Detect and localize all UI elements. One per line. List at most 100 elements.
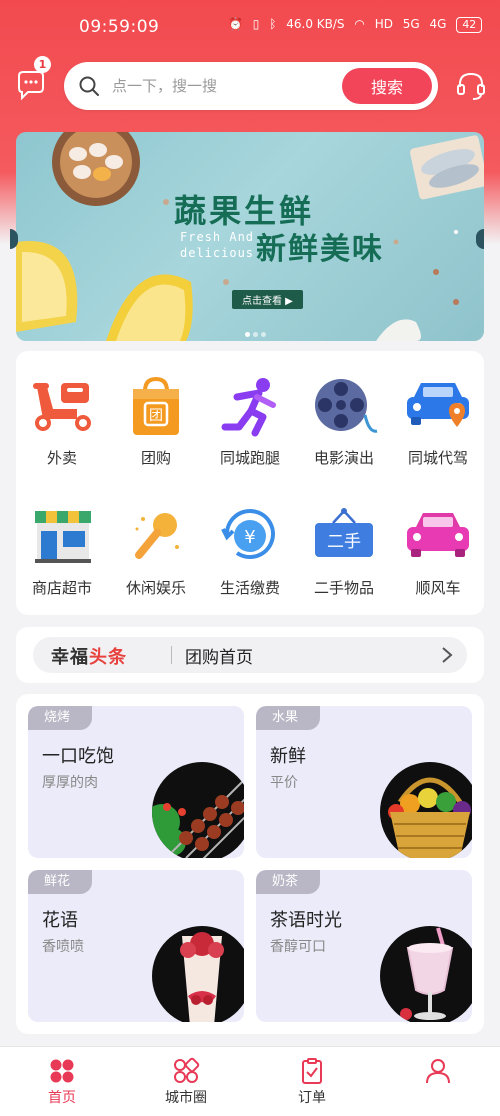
promo-subtitle: 平价: [270, 775, 298, 791]
grid-label: 外卖: [46, 449, 77, 467]
city-circle-icon: [174, 1057, 200, 1083]
headline-logo: 幸福头条: [51, 643, 127, 669]
net-speed: 46.0 KB/S: [286, 17, 345, 31]
grid-item-bill-pay[interactable]: ¥ 生活缴费: [208, 505, 292, 615]
skewers-illustration: [152, 781, 244, 858]
chat-bubble-icon: [18, 71, 44, 101]
message-badge: 1: [34, 56, 51, 73]
promo-subtitle: 厚厚的肉: [42, 775, 98, 791]
hd-badge: HD: [374, 17, 393, 31]
banner-next-arrow[interactable]: [476, 229, 484, 249]
bluetooth-icon: ᛒ: [269, 17, 277, 31]
status-icons: ⏰ ▯ ᛒ 46.0 KB/S ◠ HD 5G 4G 42: [228, 17, 488, 33]
promo-card-milk-tea[interactable]: 奶茶 茶语时光 香醇可口: [256, 870, 472, 1022]
promo-section: 烧烤 一口吃饱 厚厚的肉 水果 新鲜 平价 鲜花 花语 香喷喷 奶茶 茶语时光 …: [16, 694, 484, 1034]
grid-item-carpool[interactable]: 顺风车: [396, 505, 480, 615]
grid-label: 同城跑腿: [219, 449, 280, 467]
search-bar[interactable]: 搜索: [64, 62, 438, 110]
search-input[interactable]: [112, 74, 332, 98]
headline-divider: [171, 646, 172, 664]
search-icon: [79, 76, 99, 96]
promo-card-fruit[interactable]: 水果 新鲜 平价: [256, 706, 472, 858]
grid-item-group-buy[interactable]: 团 团购: [114, 375, 198, 485]
fruit-basket-image: [380, 762, 472, 858]
promo-card-flowers[interactable]: 鲜花 花语 香喷喷: [28, 870, 244, 1022]
vibrate-icon: ▯: [252, 17, 260, 31]
grid-item-entertainment[interactable]: 休闲娱乐: [114, 505, 198, 615]
status-time: 09:59:09: [79, 17, 160, 37]
alarm-icon: ⏰: [228, 17, 243, 31]
grid-item-driver[interactable]: 同城代驾: [396, 375, 480, 485]
grid-label: 二手物品: [313, 579, 374, 597]
promo-title: 茶语时光: [270, 910, 342, 931]
tab-home[interactable]: 首页: [22, 1057, 102, 1107]
banner-subtitle: 新鲜美味: [256, 232, 384, 267]
drink-glass-illustration: [400, 927, 454, 1020]
message-button[interactable]: [14, 68, 48, 102]
bouquet-illustration: [180, 932, 224, 1022]
chevron-right-icon: [442, 647, 453, 663]
scooter-icon: [33, 383, 91, 431]
headline-bar[interactable]: 幸福头条 团购首页: [16, 627, 484, 683]
film-reel-icon: [315, 379, 378, 433]
status-bar: 09:59:09 ⏰ ▯ ᛒ 46.0 KB/S ◠ HD 5G 4G 42: [0, 0, 500, 56]
basket-illustration: [388, 777, 471, 858]
user-icon: [426, 1059, 450, 1084]
grid-item-supermarket[interactable]: 商店超市: [20, 505, 104, 615]
tab-profile[interactable]: [398, 1057, 478, 1085]
pink-car-icon: [407, 513, 469, 557]
promo-banner[interactable]: 蔬果生鲜 Fresh And delicious 新鲜美味 点击查看 ▶: [16, 132, 484, 341]
tab-orders[interactable]: 订单: [272, 1057, 352, 1107]
customer-service-button[interactable]: [456, 70, 486, 102]
promo-tag: 鲜花: [28, 870, 93, 894]
svg-text:¥: ¥: [244, 527, 255, 548]
grid-label: 团购: [140, 449, 171, 467]
headset-icon: [457, 72, 485, 100]
headline-text: 团购首页: [185, 648, 253, 668]
flower-bouquet-image: [152, 926, 244, 1022]
grid-item-takeout[interactable]: 外卖: [20, 375, 104, 485]
shopping-bag-icon: 团: [133, 376, 179, 435]
grid-item-secondhand[interactable]: 二手 二手物品: [302, 505, 386, 615]
promo-title: 一口吃饱: [42, 746, 114, 767]
banner-en-line2: delicious: [180, 246, 255, 260]
storefront-icon: [35, 511, 91, 563]
banner-dot: [261, 332, 266, 337]
headline-logo-b: 头条: [89, 647, 127, 668]
tab-city-circle[interactable]: 城市圈: [146, 1057, 226, 1107]
grid-label: 生活缴费: [219, 579, 280, 597]
banner-dot: [253, 332, 258, 337]
bottom-tab-bar: 首页 城市圈 订单: [0, 1046, 500, 1116]
home-grid-icon: [50, 1059, 74, 1083]
banner-en-line1: Fresh And: [180, 230, 255, 244]
search-button[interactable]: 搜索: [342, 68, 432, 104]
grid-item-errand[interactable]: 同城跑腿: [208, 375, 292, 485]
milk-tea-image: [380, 926, 472, 1022]
secondhand-sign-icon: 二手: [315, 508, 373, 557]
microphone-icon: [135, 513, 179, 559]
headline-logo-a: 幸福: [51, 647, 89, 668]
promo-title: 花语: [42, 910, 78, 931]
wifi-icon: ◠: [354, 17, 365, 31]
signal-5g: 5G: [402, 17, 420, 31]
grid-label: 休闲娱乐: [125, 579, 186, 597]
banner-cta-button[interactable]: 点击查看 ▶: [232, 290, 303, 309]
grid-label: 同城代驾: [407, 449, 468, 467]
promo-subtitle: 香醇可口: [270, 939, 326, 955]
promo-tag: 水果: [256, 706, 321, 730]
car-location-icon: [407, 383, 469, 427]
promo-title: 新鲜: [270, 746, 306, 767]
banner-dot: [245, 332, 250, 337]
grid-item-movie[interactable]: 电影演出: [302, 375, 386, 485]
clipboard-check-icon: [302, 1058, 322, 1084]
yen-refresh-icon: ¥: [221, 509, 275, 559]
battery-indicator: 42: [456, 17, 483, 33]
banner-pagination: [245, 322, 269, 341]
headline-pill[interactable]: 幸福头条 团购首页: [33, 637, 467, 673]
grid-label: 电影演出: [313, 449, 374, 467]
bbq-skewers-image: [152, 762, 244, 858]
tab-label: 城市圈: [165, 1090, 207, 1106]
promo-tag: 奶茶: [256, 870, 321, 894]
tab-label: 首页: [48, 1090, 76, 1106]
promo-card-bbq[interactable]: 烧烤 一口吃饱 厚厚的肉: [28, 706, 244, 858]
